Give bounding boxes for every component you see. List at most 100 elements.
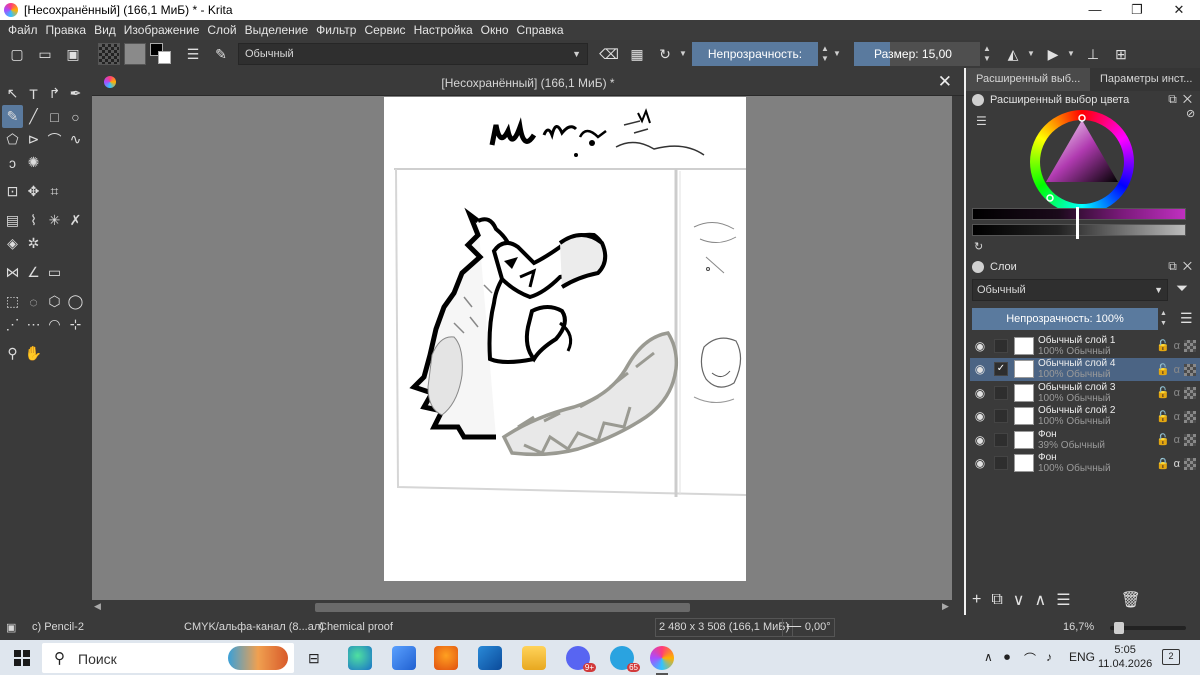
shade-bar-value[interactable] xyxy=(972,224,1186,236)
layer-checkbox[interactable]: ✓ xyxy=(994,362,1008,377)
freehand-select-icon[interactable]: ◯ xyxy=(65,290,86,313)
new-document-icon[interactable]: ▢ xyxy=(6,43,28,65)
file-explorer-icon[interactable] xyxy=(522,646,546,670)
chevron-down-icon[interactable]: ▼ xyxy=(832,49,842,59)
assistant-icon[interactable]: ⋈ xyxy=(2,261,23,284)
vertical-scrollbar[interactable] xyxy=(952,96,964,600)
layer-lock-icons[interactable]: 🔓α xyxy=(1156,410,1196,423)
ellipse-select-icon[interactable]: ◌ xyxy=(23,290,44,313)
layer-row-selected[interactable]: ◉ ✓ Обычный слой 4 100% Обычный 🔓α xyxy=(970,357,1200,381)
windows-start-icon[interactable] xyxy=(14,650,30,666)
scroll-left-icon[interactable]: ◀ xyxy=(94,601,101,612)
blend-mode-combo[interactable]: Обычный ▼ xyxy=(972,279,1168,301)
edge-browser-icon[interactable] xyxy=(348,646,372,670)
visibility-eye-icon[interactable]: ◉ xyxy=(970,409,990,423)
layer-opacity-slider[interactable]: Непрозрачность: 100% xyxy=(972,308,1158,330)
tray-expand-icon[interactable]: ∧ xyxy=(984,650,993,664)
layer-row[interactable]: ◉ Фон 39% Обычный 🔓α xyxy=(970,428,1200,452)
hue-ring[interactable] xyxy=(1030,110,1134,214)
menu-view[interactable]: Вид xyxy=(94,23,116,37)
color-picker-icon[interactable]: ⌇ xyxy=(23,209,44,232)
menu-window[interactable]: Окно xyxy=(481,23,509,37)
polyline-tool-icon[interactable]: ⊳ xyxy=(23,128,44,151)
layer-lock-icons[interactable]: 🔓α xyxy=(1156,386,1196,400)
chevron-down-icon[interactable]: ▼ xyxy=(1026,49,1036,59)
menu-tools[interactable]: Сервис xyxy=(364,23,405,37)
layer-checkbox[interactable] xyxy=(994,385,1008,400)
visibility-eye-icon[interactable]: ◉ xyxy=(970,362,990,376)
visibility-eye-icon[interactable]: ◉ xyxy=(970,433,990,447)
discord-icon[interactable]: 9+ xyxy=(566,646,596,672)
clock[interactable]: 5:05 11.04.2026 xyxy=(1098,643,1152,671)
scrollbar-thumb[interactable] xyxy=(315,603,690,612)
advanced-color-selector[interactable] xyxy=(972,110,1196,250)
volume-icon[interactable]: ♪ xyxy=(1046,650,1052,664)
reference-tool-icon[interactable]: ▭ xyxy=(44,261,65,284)
rect-select-icon[interactable]: ⬚ xyxy=(2,290,23,313)
magnetic-select-icon[interactable]: ⊹ xyxy=(65,313,86,336)
close-document-icon[interactable]: ✕ xyxy=(938,72,952,92)
wrap-around-icon[interactable]: ⊥ xyxy=(1082,43,1104,65)
visibility-eye-icon[interactable]: ◉ xyxy=(970,339,990,353)
text-tool-icon[interactable]: T xyxy=(23,82,44,105)
filter-icon[interactable]: ⏷ xyxy=(1176,280,1188,297)
polygon-select-icon[interactable]: ⬡ xyxy=(44,290,65,313)
telegram-icon[interactable]: 65 xyxy=(610,646,640,672)
fl-studio-icon[interactable] xyxy=(434,646,458,670)
shade-selector[interactable] xyxy=(972,208,1186,238)
panel-float-close-icons[interactable]: ⧉✕ xyxy=(1168,259,1198,274)
freehand-path-icon[interactable]: ∿ xyxy=(65,128,86,151)
mirror-horizontal-icon[interactable]: ◭ xyxy=(1002,43,1024,65)
multibrush-icon[interactable]: ✺ xyxy=(23,151,44,174)
save-icon[interactable]: ▣ xyxy=(62,43,84,65)
delete-layer-icon[interactable]: 🗑 xyxy=(1121,590,1141,610)
layer-row[interactable]: ◉ Обычный слой 2 100% Обычный 🔓α xyxy=(970,405,1200,429)
notifications-icon[interactable]: 2 xyxy=(1162,649,1180,665)
menu-file[interactable]: Файл xyxy=(8,23,38,37)
layer-lock-icons[interactable]: 🔓α xyxy=(1156,433,1196,447)
menu-image[interactable]: Изображение xyxy=(124,23,200,37)
brush-preset-combo[interactable]: Обычный ▼ xyxy=(238,43,588,65)
add-layer-icon[interactable]: + xyxy=(972,591,981,609)
line-tool-icon[interactable]: ╱ xyxy=(23,105,44,128)
panel-float-close-icons[interactable]: ⧉✕ xyxy=(1168,92,1198,107)
layer-lock-icons[interactable]: 🔓α xyxy=(1156,339,1196,353)
tab-advanced-color[interactable]: Расширенный выб... xyxy=(966,68,1090,91)
layer-row[interactable]: ◉ Фон 100% Обычный 🔒α xyxy=(970,452,1200,476)
minimize-button[interactable]: — xyxy=(1074,0,1116,20)
network-icon[interactable]: ⌒ xyxy=(1024,650,1036,667)
transform-tool-icon[interactable]: ⊡ xyxy=(2,180,23,203)
dynamic-brush-icon[interactable]: ↄ xyxy=(2,151,23,174)
close-window-button[interactable]: ✕ xyxy=(1158,0,1200,20)
mirror-vertical-icon[interactable]: ▶ xyxy=(1042,43,1064,65)
taskbar-search[interactable]: ⚲ Поиск xyxy=(42,643,294,673)
gradient-tool-icon[interactable]: ▤ xyxy=(2,209,23,232)
document-tab[interactable]: [Несохранённый] (166,1 МиБ) * ✕ xyxy=(92,68,964,96)
layer-properties-icon[interactable]: ☰ xyxy=(1056,590,1070,610)
rotation-indicator[interactable]: ⟵ 0,00° xyxy=(782,618,835,637)
layer-row[interactable]: ◉ Обычный слой 1 100% Обычный 🔓α xyxy=(970,334,1200,358)
open-icon[interactable]: ▭ xyxy=(34,43,56,65)
edit-shapes-icon[interactable]: ↱ xyxy=(44,82,65,105)
move-layer-down-icon[interactable]: ∨ xyxy=(1013,590,1025,610)
task-view-icon[interactable]: ⊟ xyxy=(308,650,320,667)
enclose-fill-icon[interactable]: ✲ xyxy=(23,232,44,255)
menu-filter[interactable]: Фильтр xyxy=(316,23,356,37)
outlook-icon[interactable] xyxy=(478,646,502,670)
reload-preset-icon[interactable]: ↻ xyxy=(654,43,676,65)
opacity-slider[interactable]: Непрозрачность: 100% xyxy=(692,42,818,85)
shade-bar-saturation[interactable] xyxy=(972,208,1186,220)
fg-bg-colors[interactable] xyxy=(150,43,172,65)
visibility-eye-icon[interactable]: ◉ xyxy=(970,456,990,470)
assistant-tool-icon[interactable]: ✗ xyxy=(65,209,86,232)
refresh-icon[interactable]: ↻ xyxy=(974,240,983,253)
bezier-select-icon[interactable]: ◠ xyxy=(44,313,65,336)
pattern-swatch[interactable] xyxy=(124,43,146,65)
bezier-tool-icon[interactable]: ⌒ xyxy=(44,128,65,151)
horizontal-scrollbar[interactable]: ◀ ▶ xyxy=(92,600,964,615)
select-shapes-icon[interactable]: ↖ xyxy=(2,82,23,105)
spin-arrows-icon[interactable]: ▲ ▼ xyxy=(1160,309,1167,329)
layer-row[interactable]: ◉ Обычный слой 3 100% Обычный 🔓α xyxy=(970,381,1200,405)
layer-checkbox[interactable] xyxy=(994,338,1008,353)
pan-tool-icon[interactable]: ✋ xyxy=(23,342,44,365)
